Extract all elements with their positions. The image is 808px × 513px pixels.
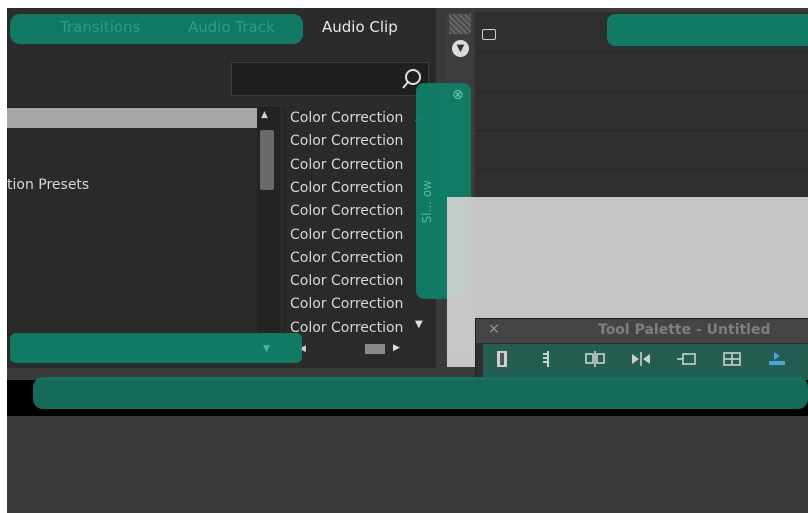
- panel-menu-icon[interactable]: ▼: [452, 40, 469, 57]
- trim-in-icon[interactable]: [626, 347, 656, 371]
- tree-selected-row[interactable]: [7, 108, 257, 128]
- tree-scrollbar-thumb[interactable]: [260, 130, 274, 190]
- effects-list-item[interactable]: Color Correction: [290, 318, 414, 338]
- effects-list-item[interactable]: Color Correction: [290, 201, 414, 221]
- list-scroll-down-icon[interactable]: ▼: [415, 319, 423, 330]
- tab-audio-track[interactable]: Audio Track: [188, 8, 275, 46]
- tree-item-label[interactable]: tion Presets: [7, 177, 89, 193]
- hscroll-thumb[interactable]: [365, 344, 385, 354]
- effects-list-item[interactable]: Color Correction: [290, 108, 414, 128]
- track-divider: [475, 91, 808, 92]
- top-right-highlight-overlay: [607, 14, 808, 46]
- track-divider: [475, 169, 808, 170]
- track-divider: [475, 52, 808, 53]
- effects-list-item[interactable]: Color Correction: [290, 155, 414, 175]
- close-icon[interactable]: ⊗: [452, 87, 464, 103]
- drag-handle[interactable]: [449, 14, 471, 34]
- effects-list-item[interactable]: Color Correction: [290, 248, 414, 268]
- effects-list-item[interactable]: Color Correction: [290, 294, 414, 314]
- preset-tree: [7, 107, 280, 335]
- hscroll-right-icon[interactable]: ▶: [393, 343, 400, 353]
- close-icon[interactable]: ×: [488, 321, 500, 337]
- split-icon[interactable]: [580, 347, 610, 371]
- vertical-panel-label: Sl... ow: [420, 180, 434, 224]
- ripple-edit-icon[interactable]: [535, 347, 565, 371]
- slip-tool-icon[interactable]: [489, 347, 519, 371]
- effects-list-item[interactable]: Color Correction: [290, 225, 414, 245]
- effects-list-item[interactable]: Color Correction: [290, 178, 414, 198]
- effects-list-item[interactable]: Color Correction: [290, 271, 414, 291]
- scroll-up-arrow-icon[interactable]: ▲: [261, 110, 268, 120]
- transport-highlight-overlay: [33, 377, 808, 409]
- monitor-icon[interactable]: [482, 29, 496, 40]
- chevron-down-icon[interactable]: ▼: [263, 344, 270, 354]
- bottom-highlight-overlay: [10, 333, 302, 363]
- track-divider: [475, 130, 808, 131]
- window-left-edge: [0, 0, 7, 513]
- insert-icon[interactable]: [671, 347, 701, 371]
- effects-list-item[interactable]: Color Correction: [290, 131, 414, 151]
- tool-palette-title: Tool Palette - Untitled: [598, 322, 771, 338]
- export-frame-icon[interactable]: [762, 347, 792, 371]
- tab-audio-clip[interactable]: Audio Clip: [322, 8, 398, 46]
- overwrite-icon[interactable]: [717, 347, 747, 371]
- bottom-panel: [7, 416, 808, 513]
- tab-transitions[interactable]: Transitions: [60, 8, 140, 46]
- window-top-edge: [0, 0, 808, 8]
